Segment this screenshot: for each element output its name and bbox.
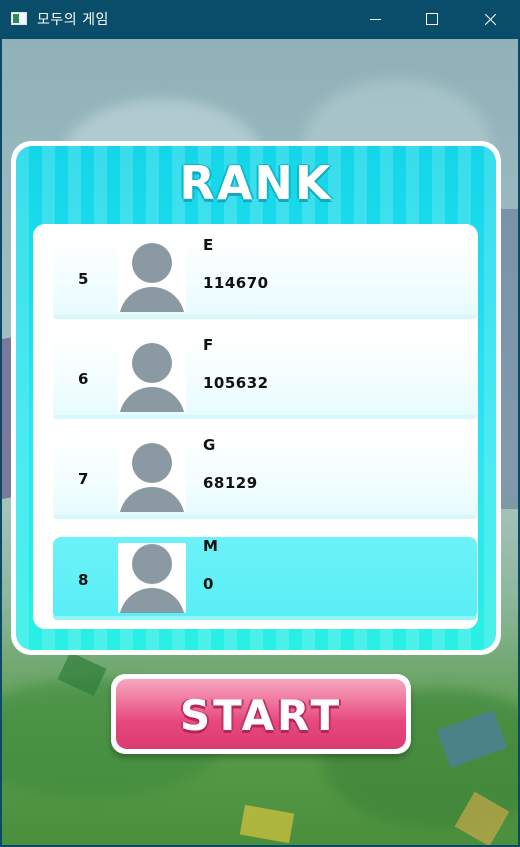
start-button-face[interactable]: START [116,679,406,749]
player-score: 0 [203,575,214,593]
background-decoration [239,804,295,844]
window-titlebar: 모두의 게임 [0,0,520,39]
app-icon [11,12,27,25]
player-score: 105632 [203,374,269,392]
player-name: M [203,537,218,555]
start-button[interactable]: START [111,674,411,754]
avatar-icon [118,442,186,512]
window-title: 모두의 게임 [37,12,109,28]
avatar-icon [118,543,186,613]
avatar-icon [118,242,186,312]
ranking-row: 6 F 105632 [53,336,477,419]
rank-panel-body: RANK 5 E 114670 6 F 105632 7 G 68129 8 M… [16,146,496,650]
player-name: E [203,236,214,254]
rank-number: 5 [78,270,89,288]
ranking-list[interactable]: 5 E 114670 6 F 105632 7 G 68129 8 M 0 [33,224,478,629]
player-score: 114670 [203,274,269,292]
rank-number: 6 [78,370,89,388]
start-button-label: START [179,691,343,740]
rank-number: 7 [78,470,89,488]
player-name: F [203,336,214,354]
close-icon[interactable] [461,0,519,39]
avatar-icon [118,342,186,412]
rank-number: 8 [78,571,89,589]
player-score: 68129 [203,474,258,492]
game-canvas: RANK 5 E 114670 6 F 105632 7 G 68129 8 M… [2,39,518,845]
player-name: G [203,436,216,454]
minimize-icon[interactable] [346,0,404,39]
rank-title: RANK [179,156,333,210]
maximize-icon[interactable] [403,0,461,39]
ranking-row-current-player: 8 M 0 [53,537,477,620]
ranking-row: 5 E 114670 [53,236,477,319]
rank-panel: RANK 5 E 114670 6 F 105632 7 G 68129 8 M… [11,141,501,655]
ranking-row: 7 G 68129 [53,436,477,519]
